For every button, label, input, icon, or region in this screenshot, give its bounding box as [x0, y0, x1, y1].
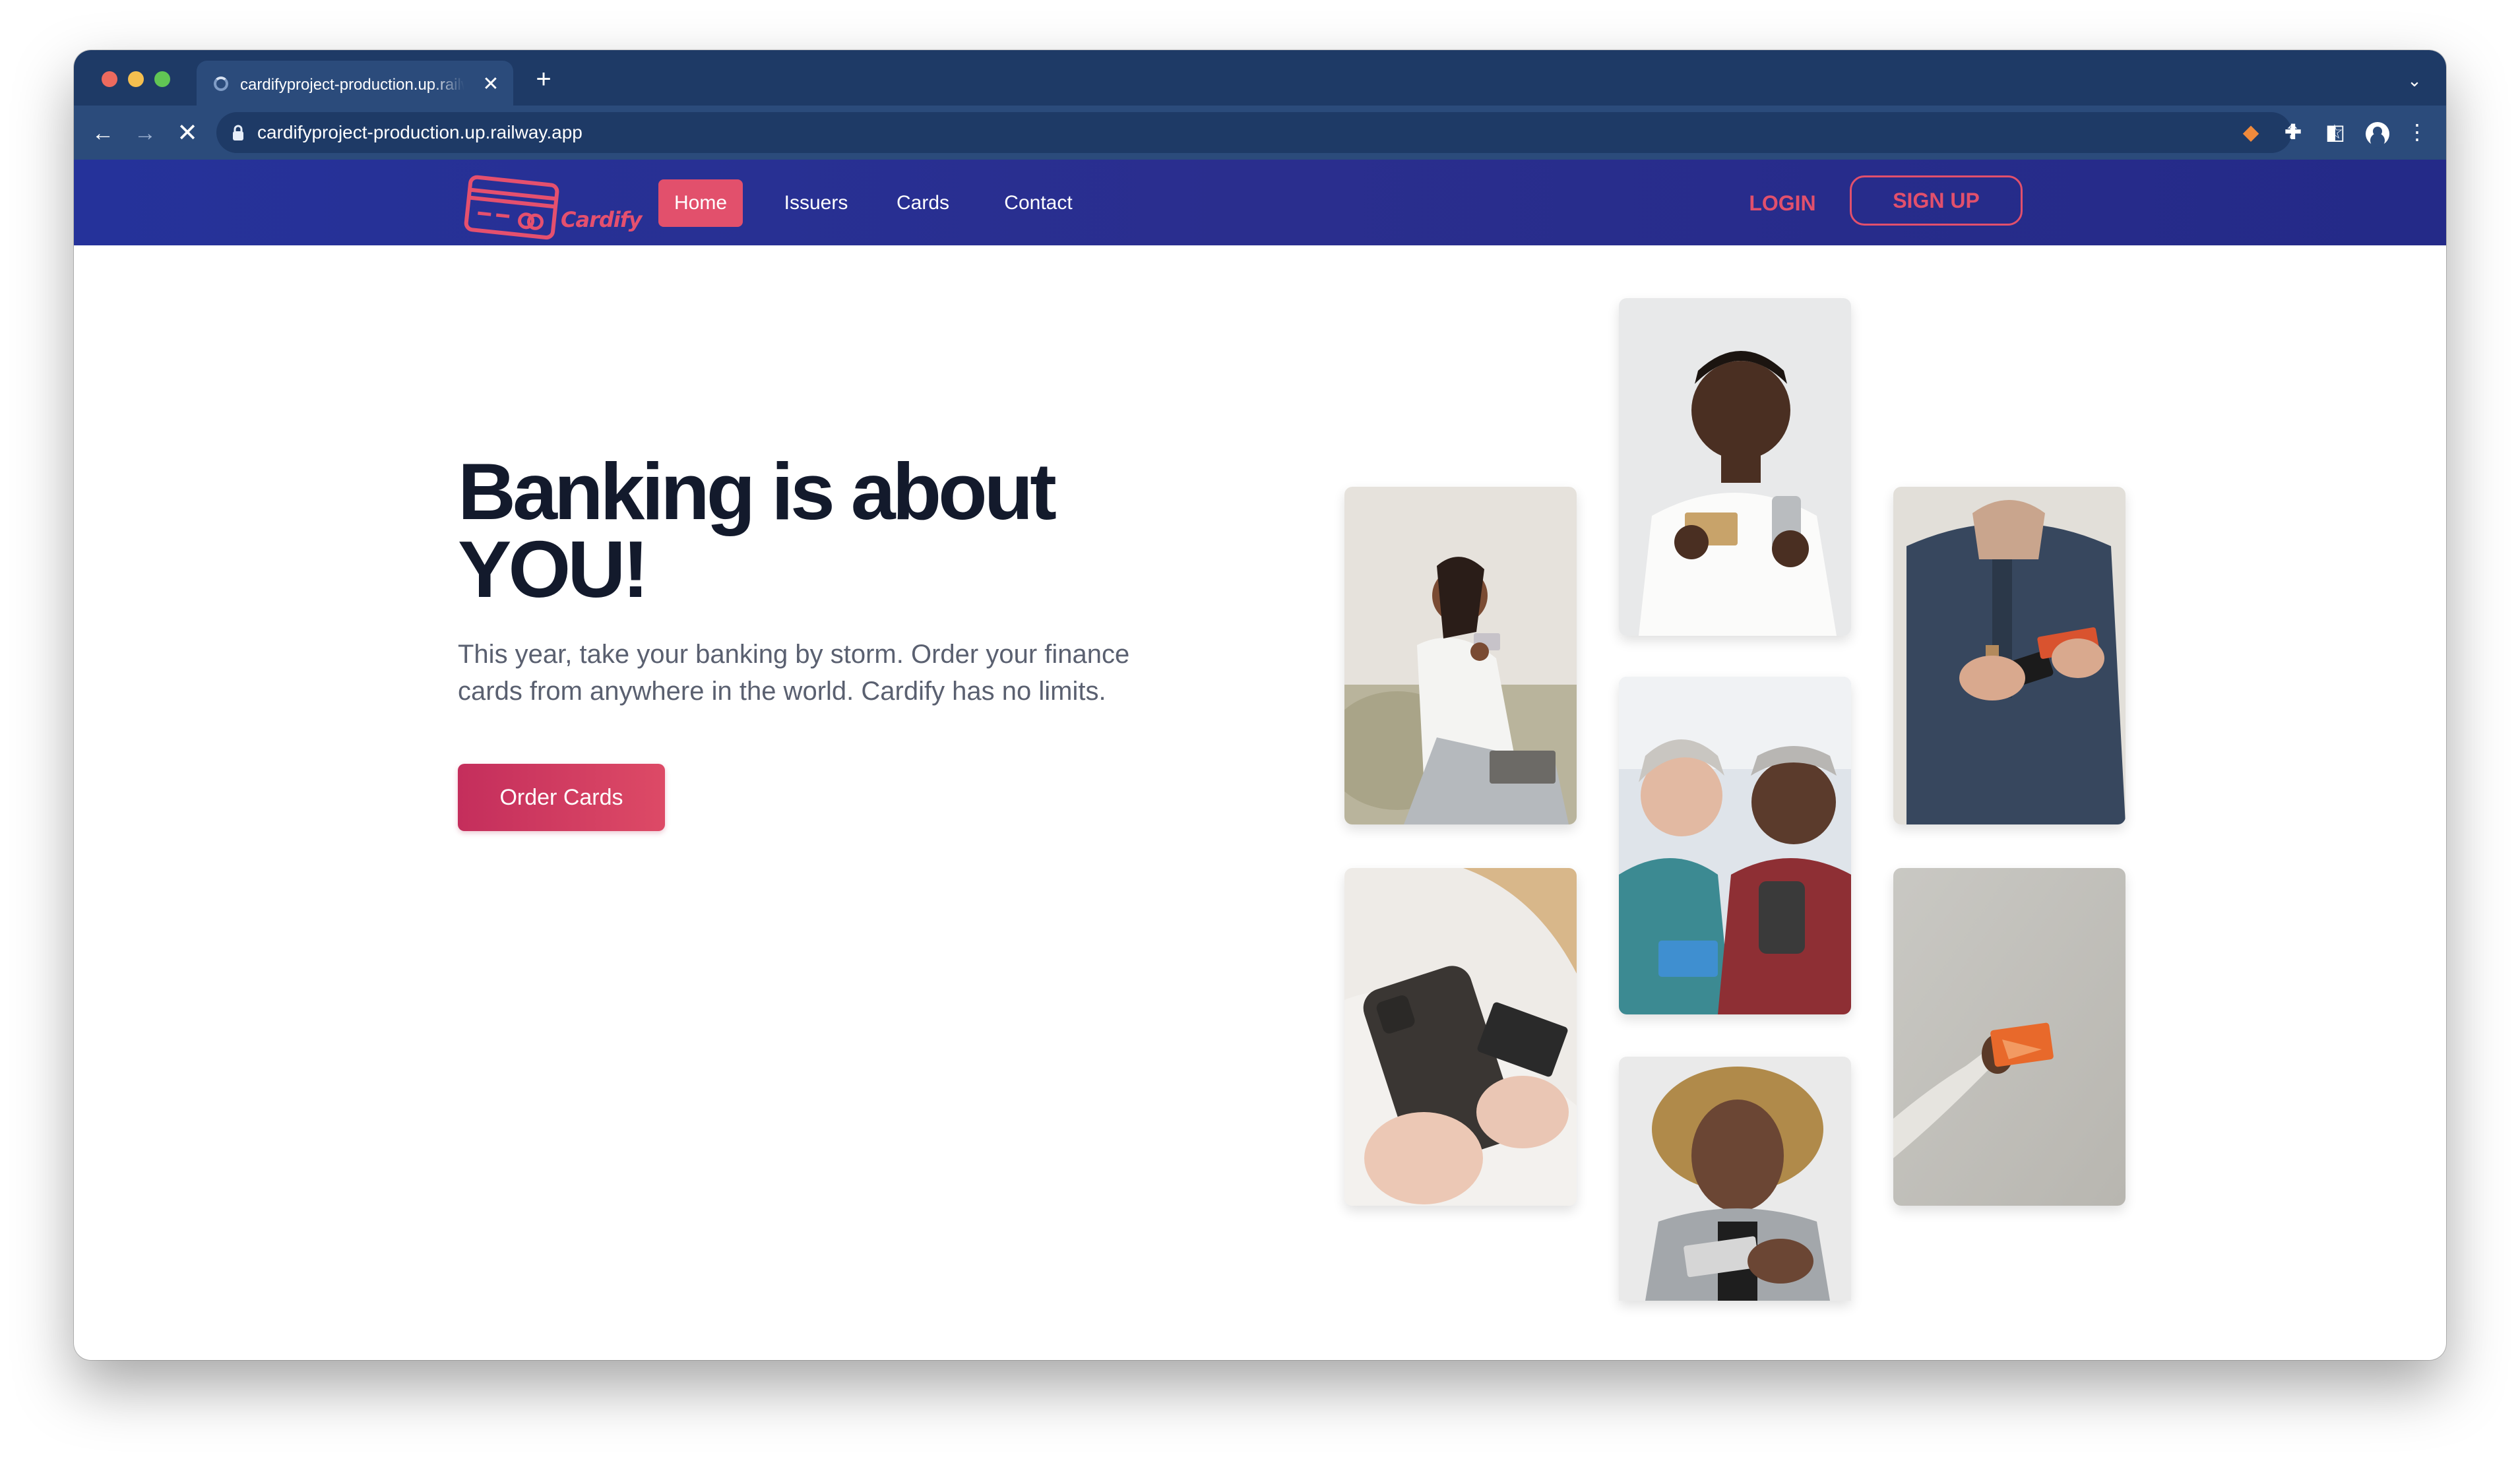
nav-cards[interactable]: Cards [887, 179, 959, 227]
nav-contact[interactable]: Contact [992, 179, 1085, 227]
url-text[interactable]: cardifyproject-production.up.railway.app [257, 121, 583, 144]
cardify-logo[interactable]: Cardify [463, 171, 643, 240]
tab-list-icon[interactable]: ⌄ [2401, 67, 2428, 94]
address-bar[interactable]: cardifyproject-production.up.railway.app… [216, 112, 2343, 153]
lock-icon [233, 125, 243, 140]
forward-icon[interactable]: → [131, 119, 160, 148]
tab-strip: cardifyproject-production.up.railway.app… [74, 50, 2446, 107]
man-afro-holding-card-photo [1619, 1057, 1851, 1301]
site-navbar: Cardify Home Issuers Cards Contact LOGIN… [74, 160, 2446, 245]
browser-window: cardifyproject-production.up.railway.app… [74, 50, 2446, 1360]
signup-button[interactable]: SIGN UP [1850, 175, 2023, 226]
man-smiling-phone-card-photo [1619, 298, 1851, 636]
back-icon[interactable]: ← [88, 119, 117, 148]
couple-with-phone-card-photo [1619, 677, 1851, 1014]
new-tab-icon[interactable]: + [529, 65, 558, 94]
man-jacket-phone-card-photo [1893, 487, 2126, 824]
nav-issuers[interactable]: Issuers [773, 179, 859, 227]
hand-holding-orange-card-photo [1893, 868, 2126, 1206]
tab-close-icon[interactable]: ✕ [479, 73, 503, 96]
hero-subtext: This year, take your banking by storm. O… [458, 640, 1130, 706]
browser-tab[interactable]: cardifyproject-production.up.railway.app… [197, 61, 513, 107]
metamask-fox-icon[interactable]: ◆ [2236, 117, 2265, 146]
woman-on-couch-holding-card-photo [1344, 487, 1577, 824]
hands-phone-and-card-photo [1344, 868, 1577, 1206]
loading-spinner-icon [214, 77, 228, 91]
nav-home[interactable]: Home [658, 179, 743, 227]
profile-icon[interactable] [2363, 117, 2392, 146]
stop-loading-icon[interactable]: ✕ [173, 119, 202, 148]
side-panel-icon[interactable]: ◧ [2321, 117, 2350, 146]
tab-title: cardifyproject-production.up.railway.app [240, 76, 464, 94]
order-cards-button[interactable]: Order Cards [458, 764, 665, 831]
login-button[interactable]: LOGIN [1717, 182, 1848, 224]
logo-text: Cardify [561, 207, 643, 232]
minimize-window-button[interactable] [128, 71, 144, 87]
hero-headline: Banking is about YOU! [458, 447, 1057, 614]
zoom-window-button[interactable] [154, 71, 170, 87]
close-window-button[interactable] [102, 71, 117, 87]
more-icon[interactable]: ⋮ [2403, 117, 2432, 146]
browser-toolbar: ← → ✕ cardifyproject-production.up.railw… [74, 106, 2446, 160]
puzzle-icon[interactable]: ✚ [2279, 117, 2308, 146]
